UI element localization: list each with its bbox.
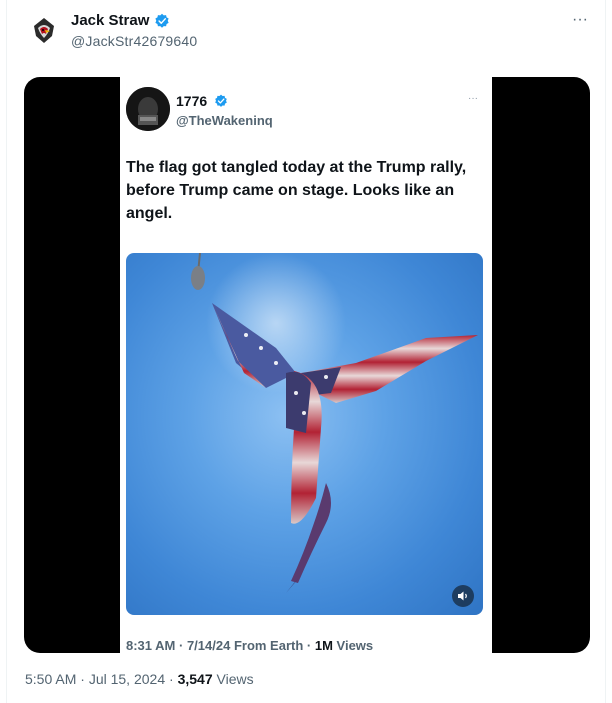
mute-speaker-icon [458,591,467,601]
quoted-views-count: 1M [314,638,333,653]
quoted-time: 8:31 AM [126,638,176,653]
more-options-button[interactable]: ··· [568,11,592,29]
quoted-tweet-text: The flag got tangled today at the Trump … [126,159,467,222]
quoted-source: From Earth [233,638,304,653]
tweet-meta: 5:50 AM · Jul 15, 2024 · 3,547 Views [25,671,254,688]
tangled-flag-photo [126,253,483,615]
quoted-verified-badge-icon [215,94,227,107]
cardinal-bird-avatar-icon [26,12,62,48]
author-handle[interactable]: @JackStr42679640 [71,33,197,50]
mute-button[interactable] [452,585,474,607]
quoted-author-name: 1776 [176,93,208,109]
tweet-date[interactable]: Jul 15, 2024 [89,671,165,687]
tweet-media[interactable]: 1776 @TheWakeninq ··· The flag got tangl… [24,77,590,653]
ellipsis-icon: ··· [572,11,588,28]
verified-badge-icon [155,13,169,28]
flag-image [191,253,478,593]
meta-separator: · [165,671,178,687]
meta-separator: · [175,638,187,653]
quoted-views-label: Views [336,638,374,653]
author-name[interactable]: Jack Straw [71,12,149,30]
views-count: 3,547 [177,671,213,687]
quoted-ellipsis-icon: ··· [468,93,478,104]
quoted-date: 7/14/24 [186,638,231,653]
quoted-author-handle: @TheWakeninq [176,113,273,128]
meta-separator: · [76,671,89,687]
author-avatar[interactable] [26,12,62,48]
quoted-author-avatar [126,87,170,131]
silhouette-avatar-icon [126,87,170,131]
quoted-tweet-screenshot: 1776 @TheWakeninq ··· The flag got tangl… [120,77,492,653]
quoted-tweet-meta: 8:31 AM · 7/14/24 From Earth · 1M Views [126,638,373,653]
meta-separator: · [303,638,315,653]
tweet-time[interactable]: 5:50 AM [25,671,76,687]
views-label: Views [216,671,254,687]
